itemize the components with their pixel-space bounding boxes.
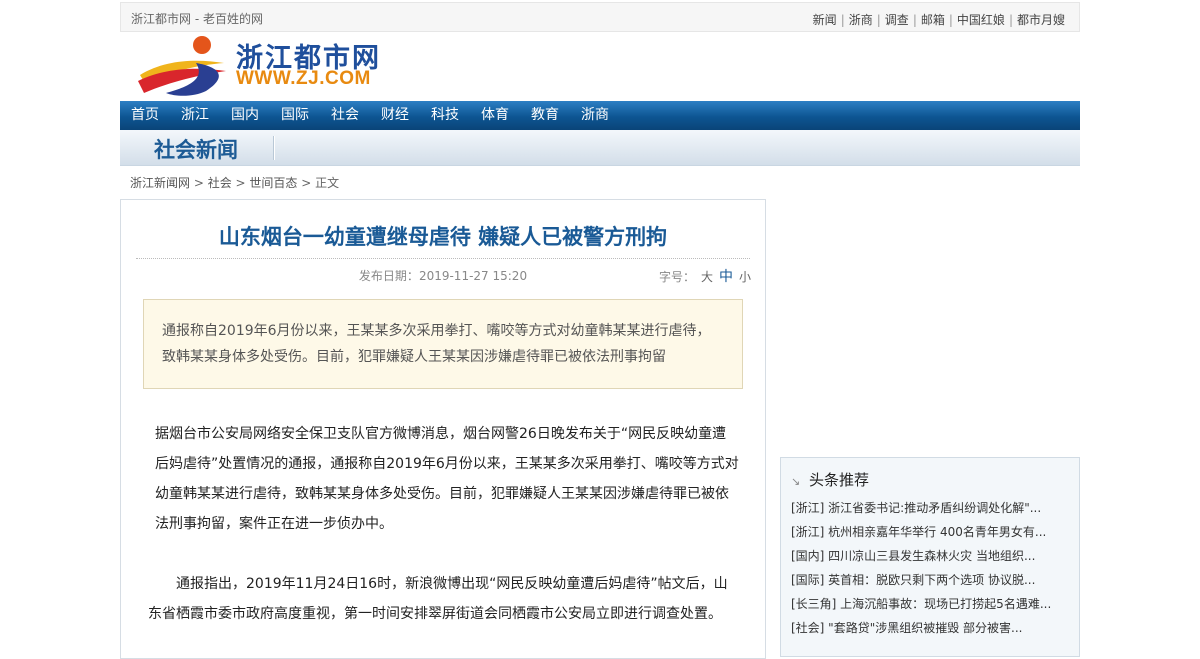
section-divider	[273, 136, 275, 160]
breadcrumb-item-home[interactable]: 浙江新闻网	[130, 176, 190, 190]
nav-education[interactable]: 教育	[520, 101, 570, 130]
list-item[interactable]: [长三角] 上海沉船事故：现场已打捞起5名遇难...	[791, 595, 1051, 619]
site-tagline: 浙江都市网 - 老百姓的网	[131, 12, 263, 26]
top-link-mail[interactable]: 邮箱	[921, 13, 945, 27]
section-banner: 社会新闻	[120, 130, 1080, 166]
breadcrumb-item-current: 正文	[315, 176, 340, 190]
top-link-survey[interactable]: 调查	[885, 13, 909, 27]
nav-domestic[interactable]: 国内	[220, 101, 270, 130]
top-links: 新闻 | 浙商 | 调查 | 邮箱 | 中国红娘 | 都市月嫂	[812, 13, 1065, 27]
article-title: 山东烟台一幼童遭继母虐待 嫌疑人已被警方刑拘	[218, 225, 668, 249]
nav-zheshang[interactable]: 浙商	[570, 101, 620, 130]
top-link-matchmaker[interactable]: 中国红娘	[957, 13, 1005, 27]
font-size-label: 字号：	[658, 270, 695, 284]
nav-sports[interactable]: 体育	[470, 101, 520, 130]
font-size-medium[interactable]: 中	[719, 269, 733, 285]
logo-text-en: WWW.ZJ.COM	[236, 68, 371, 89]
sidebar-list: [浙江] 浙江省委书记:推动矛盾纠纷调处化解"... [浙江] 杭州相亲嘉年华举…	[791, 499, 1051, 643]
logo-swoosh-icon	[138, 36, 226, 96]
list-item[interactable]: [浙江] 杭州相亲嘉年华举行 400名青年男女有...	[791, 523, 1051, 547]
nav-tech[interactable]: 科技	[420, 101, 470, 130]
nav-international[interactable]: 国际	[270, 101, 320, 130]
nav-home[interactable]: 首页	[120, 101, 170, 130]
site-logo[interactable]: 浙江都市网 WWW.ZJ.COM	[120, 32, 1080, 100]
nav-zhejiang[interactable]: 浙江	[170, 101, 220, 130]
list-item[interactable]: [国际] 英首相：脱欧只剩下两个选项 协议脱...	[791, 571, 1051, 595]
section-title: 社会新闻	[154, 138, 238, 162]
list-item[interactable]: [浙江] 浙江省委书记:推动矛盾纠纷调处化解"...	[791, 499, 1051, 523]
nav-finance[interactable]: 财经	[370, 101, 420, 130]
breadcrumb-item-world[interactable]: 世间百态	[249, 176, 297, 190]
top-link-zheshang[interactable]: 浙商	[849, 13, 873, 27]
top-bar: 浙江都市网 - 老百姓的网 新闻 | 浙商 | 调查 | 邮箱 | 中国红娘 | 都市月嫂	[120, 2, 1080, 32]
article-paragraph: 通报指出，2019年11月24日16时，新浪微博出现“网民反映幼童遭后妈虐待”帖…	[148, 576, 728, 622]
article-body: 据烟台市公安局网络安全保卫支队官方微博消息，烟台网警26日晚发布关于“网民反映幼…	[148, 419, 740, 659]
font-size-large[interactable]: 大	[701, 270, 713, 284]
nav-society[interactable]: 社会	[320, 101, 370, 130]
arrow-down-right-icon: ↘	[791, 475, 801, 488]
title-divider	[136, 258, 750, 259]
breadcrumb-item-society[interactable]: 社会	[208, 176, 232, 190]
list-item[interactable]: [国内] 四川凉山三县发生森林火灾 当地组织...	[791, 547, 1051, 571]
main-nav: 首页 浙江 国内 国际 社会 财经 科技 体育 教育 浙商	[120, 101, 1080, 130]
article-panel: 山东烟台一幼童遭继母虐待 嫌疑人已被警方刑拘 发布日期：2019-11-27 1…	[120, 199, 766, 659]
headline-recommendations: ↘ 头条推荐 [浙江] 浙江省委书记:推动矛盾纠纷调处化解"... [浙江] 杭州…	[780, 457, 1080, 657]
article-summary: 通报称自2019年6月份以来，王某某多次采用拳打、嘴咬等方式对幼童韩某某进行虐待…	[143, 299, 743, 389]
list-item[interactable]: [社会] "套路贷"涉黑组织被摧毁 部分被害...	[791, 619, 1051, 643]
breadcrumb: 浙江新闻网 > 社会 > 世间百态 > 正文	[130, 176, 340, 190]
top-link-news[interactable]: 新闻	[813, 13, 837, 27]
font-size-small[interactable]: 小	[739, 270, 751, 284]
font-size-switcher: 字号： 大中小	[659, 266, 751, 286]
top-link-nanny[interactable]: 都市月嫂	[1017, 13, 1065, 27]
article-paragraph: 据烟台市公安局网络安全保卫支队官方微博消息，烟台网警26日晚发布关于“网民反映幼…	[155, 426, 739, 532]
sidebar-heading: ↘ 头条推荐	[791, 471, 870, 489]
